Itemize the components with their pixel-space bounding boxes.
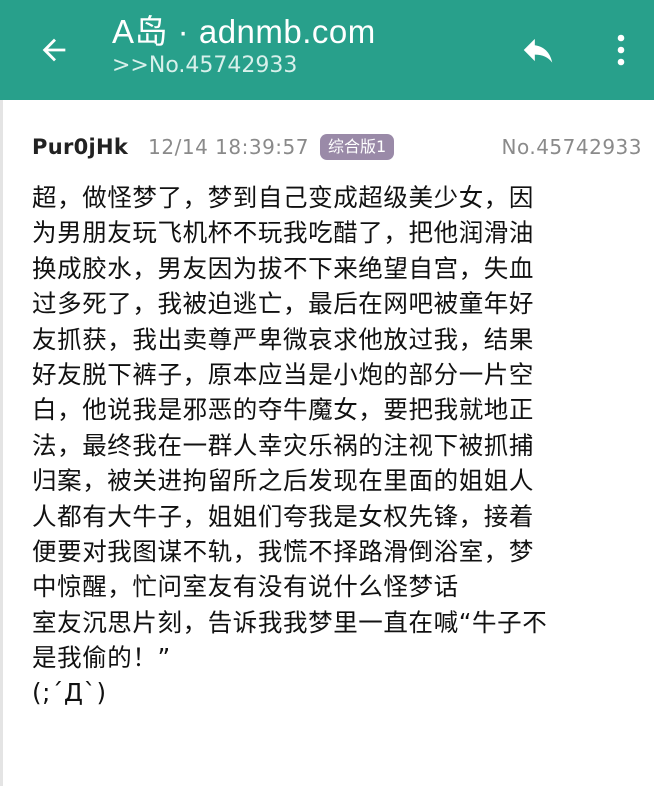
content-line: 归案，被关进拘留所之后发现在里面的姐姐人 — [32, 466, 534, 496]
board-badge: 综合版1 — [319, 134, 395, 160]
content-line: 是我偷的！” — [32, 643, 171, 673]
left-edge-divider — [0, 100, 3, 786]
post-meta: Pur0jHk 12/14 18:39:57 综合版1 No.45742933 — [32, 130, 642, 164]
content-line: 法，最终我在一群人幸灾乐祸的注视下被抓捕 — [32, 430, 534, 460]
thread-reference: >>No.45742933 — [112, 53, 298, 78]
app-title: A岛 · adnmb.com — [112, 13, 376, 50]
post-time: 12/14 18:39:57 — [148, 135, 309, 159]
content-line: 中惊醒，忙问室友有没有说什么怪梦话 — [32, 572, 459, 602]
title-block: A岛 · adnmb.com >>No.45742933 — [112, 12, 376, 80]
more-options-button[interactable] — [596, 22, 646, 78]
poster-id: Pur0jHk — [32, 135, 129, 159]
content-line: 过多死了，我被迫逃亡，最后在网吧被童年好 — [32, 289, 534, 319]
content-line: 为男朋友玩飞机杯不玩我吃醋了，把他润滑油 — [32, 218, 534, 248]
arrow-left-icon — [42, 38, 66, 62]
post-content: 超，做怪梦了，梦到自己变成超级美少女，因 为男朋友玩飞机杯不玩我吃醋了，把他润滑… — [32, 180, 632, 711]
reply-icon — [523, 38, 553, 63]
reply-button[interactable] — [508, 22, 568, 78]
content-line: 换成胶水，男友因为拔不下来绝望自宫，失血 — [32, 253, 534, 283]
content-line: 好友脱下裤子，原本应当是小炮的部分一片空 — [32, 359, 534, 389]
back-button[interactable] — [22, 22, 86, 78]
more-vertical-icon — [617, 34, 625, 66]
content-line: 白，他说我是邪恶的夺牛魔女，要把我就地正 — [32, 395, 534, 425]
content-line: 人都有大牛子，姐姐们夸我是女权先锋，接着 — [32, 501, 534, 531]
content-line: (;´Д`) — [32, 678, 107, 708]
content-line: 室友沉思片刻，告诉我我梦里一直在喊“牛子不 — [32, 607, 548, 637]
app-bar: A岛 · adnmb.com >>No.45742933 — [0, 0, 654, 100]
post-number: No.45742933 — [501, 135, 642, 159]
content-line: 友抓获，我出卖尊严卑微哀求他放过我，结果 — [32, 324, 534, 354]
content-line: 便要对我图谋不轨，我慌不择路滑倒浴室，梦 — [32, 536, 534, 566]
post-card: Pur0jHk 12/14 18:39:57 综合版1 No.45742933 … — [0, 100, 654, 786]
content-line: 超，做怪梦了，梦到自己变成超级美少女，因 — [32, 183, 534, 212]
